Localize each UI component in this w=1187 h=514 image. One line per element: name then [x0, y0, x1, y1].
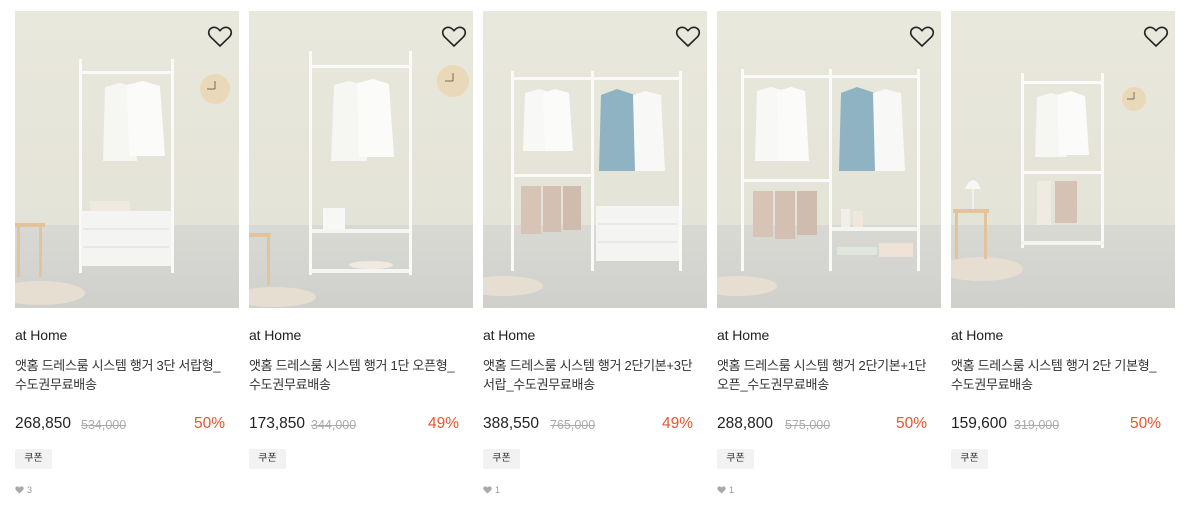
- brand-name[interactable]: at Home: [483, 327, 535, 343]
- sale-price: 268,850: [15, 415, 72, 432]
- product-card[interactable]: at Home 앳홈 드레스룸 시스템 행거 1단 오픈형_수도권무료배송 17…: [249, 11, 473, 511]
- original-price: 344,000: [311, 418, 357, 432]
- wishlist-heart-icon[interactable]: [441, 25, 467, 49]
- like-count-value: 1: [495, 485, 501, 495]
- like-count: 3: [15, 485, 32, 495]
- discount-rate: 50%: [1129, 415, 1161, 432]
- coupon-badge: 쿠폰: [951, 449, 988, 469]
- sale-price: 288,800: [717, 415, 774, 432]
- like-count-value: 1: [729, 485, 735, 495]
- product-title[interactable]: 앳홈 드레스룸 시스템 행거 2단 기본형_수도권무료배송: [951, 356, 1166, 394]
- product-image[interactable]: [15, 11, 239, 308]
- original-price: 575,000: [785, 418, 831, 432]
- price-row: 268,850 534,000 50%: [15, 413, 225, 435]
- like-count-value: 3: [27, 485, 33, 495]
- like-heart-icon: [15, 486, 24, 494]
- product-card[interactable]: at Home 앳홈 드레스룸 시스템 행거 2단 기본형_수도권무료배송 15…: [951, 11, 1175, 511]
- product-card[interactable]: at Home 앳홈 드레스룸 시스템 행거 2단기본+3단서랍_수도권무료배송…: [483, 11, 707, 511]
- brand-name[interactable]: at Home: [717, 327, 769, 343]
- sale-price: 159,600: [951, 415, 1008, 432]
- wishlist-heart-icon[interactable]: [207, 25, 233, 49]
- discount-rate: 49%: [661, 415, 693, 432]
- discount-rate: 50%: [193, 415, 225, 432]
- product-card[interactable]: at Home 앳홈 드레스룸 시스템 행거 2단기본+1단오픈_수도권무료배송…: [717, 11, 941, 511]
- coupon-badge: 쿠폰: [717, 449, 754, 469]
- price-row: 388,550 765,000 49%: [483, 413, 693, 435]
- like-count: 1: [717, 485, 734, 495]
- brand-name[interactable]: at Home: [15, 327, 67, 343]
- product-image[interactable]: [249, 11, 473, 308]
- product-image[interactable]: [717, 11, 941, 308]
- original-price: 534,000: [81, 418, 127, 432]
- discount-rate: 50%: [895, 415, 927, 432]
- product-title[interactable]: 앳홈 드레스룸 시스템 행거 2단기본+3단서랍_수도권무료배송: [483, 356, 698, 394]
- original-price: 319,000: [1014, 418, 1060, 432]
- price-row: 159,600 319,000 50%: [951, 413, 1161, 435]
- product-grid: at Home 앳홈 드레스룸 시스템 행거 3단 서랍형_수도권무료배송 26…: [0, 0, 1187, 514]
- discount-rate: 49%: [427, 415, 459, 432]
- product-title[interactable]: 앳홈 드레스룸 시스템 행거 3단 서랍형_수도권무료배송: [15, 356, 230, 394]
- price-row: 173,850 344,000 49%: [249, 413, 459, 435]
- original-price: 765,000: [550, 418, 596, 432]
- product-title[interactable]: 앳홈 드레스룸 시스템 행거 1단 오픈형_수도권무료배송: [249, 356, 464, 394]
- wishlist-heart-icon[interactable]: [1143, 25, 1169, 49]
- coupon-badge: 쿠폰: [249, 449, 286, 469]
- product-image[interactable]: [483, 11, 707, 308]
- wishlist-heart-icon[interactable]: [675, 25, 701, 49]
- brand-name[interactable]: at Home: [951, 327, 1003, 343]
- sale-price: 388,550: [483, 415, 540, 432]
- coupon-badge: 쿠폰: [483, 449, 520, 469]
- coupon-badge: 쿠폰: [15, 449, 52, 469]
- like-count: 1: [483, 485, 500, 495]
- price-row: 288,800 575,000 50%: [717, 413, 927, 435]
- product-image[interactable]: [951, 11, 1175, 308]
- sale-price: 173,850: [249, 415, 306, 432]
- product-title[interactable]: 앳홈 드레스룸 시스템 행거 2단기본+1단오픈_수도권무료배송: [717, 356, 932, 394]
- product-card[interactable]: at Home 앳홈 드레스룸 시스템 행거 3단 서랍형_수도권무료배송 26…: [15, 11, 239, 511]
- like-heart-icon: [717, 486, 726, 494]
- like-heart-icon: [483, 486, 492, 494]
- brand-name[interactable]: at Home: [249, 327, 301, 343]
- wishlist-heart-icon[interactable]: [909, 25, 935, 49]
